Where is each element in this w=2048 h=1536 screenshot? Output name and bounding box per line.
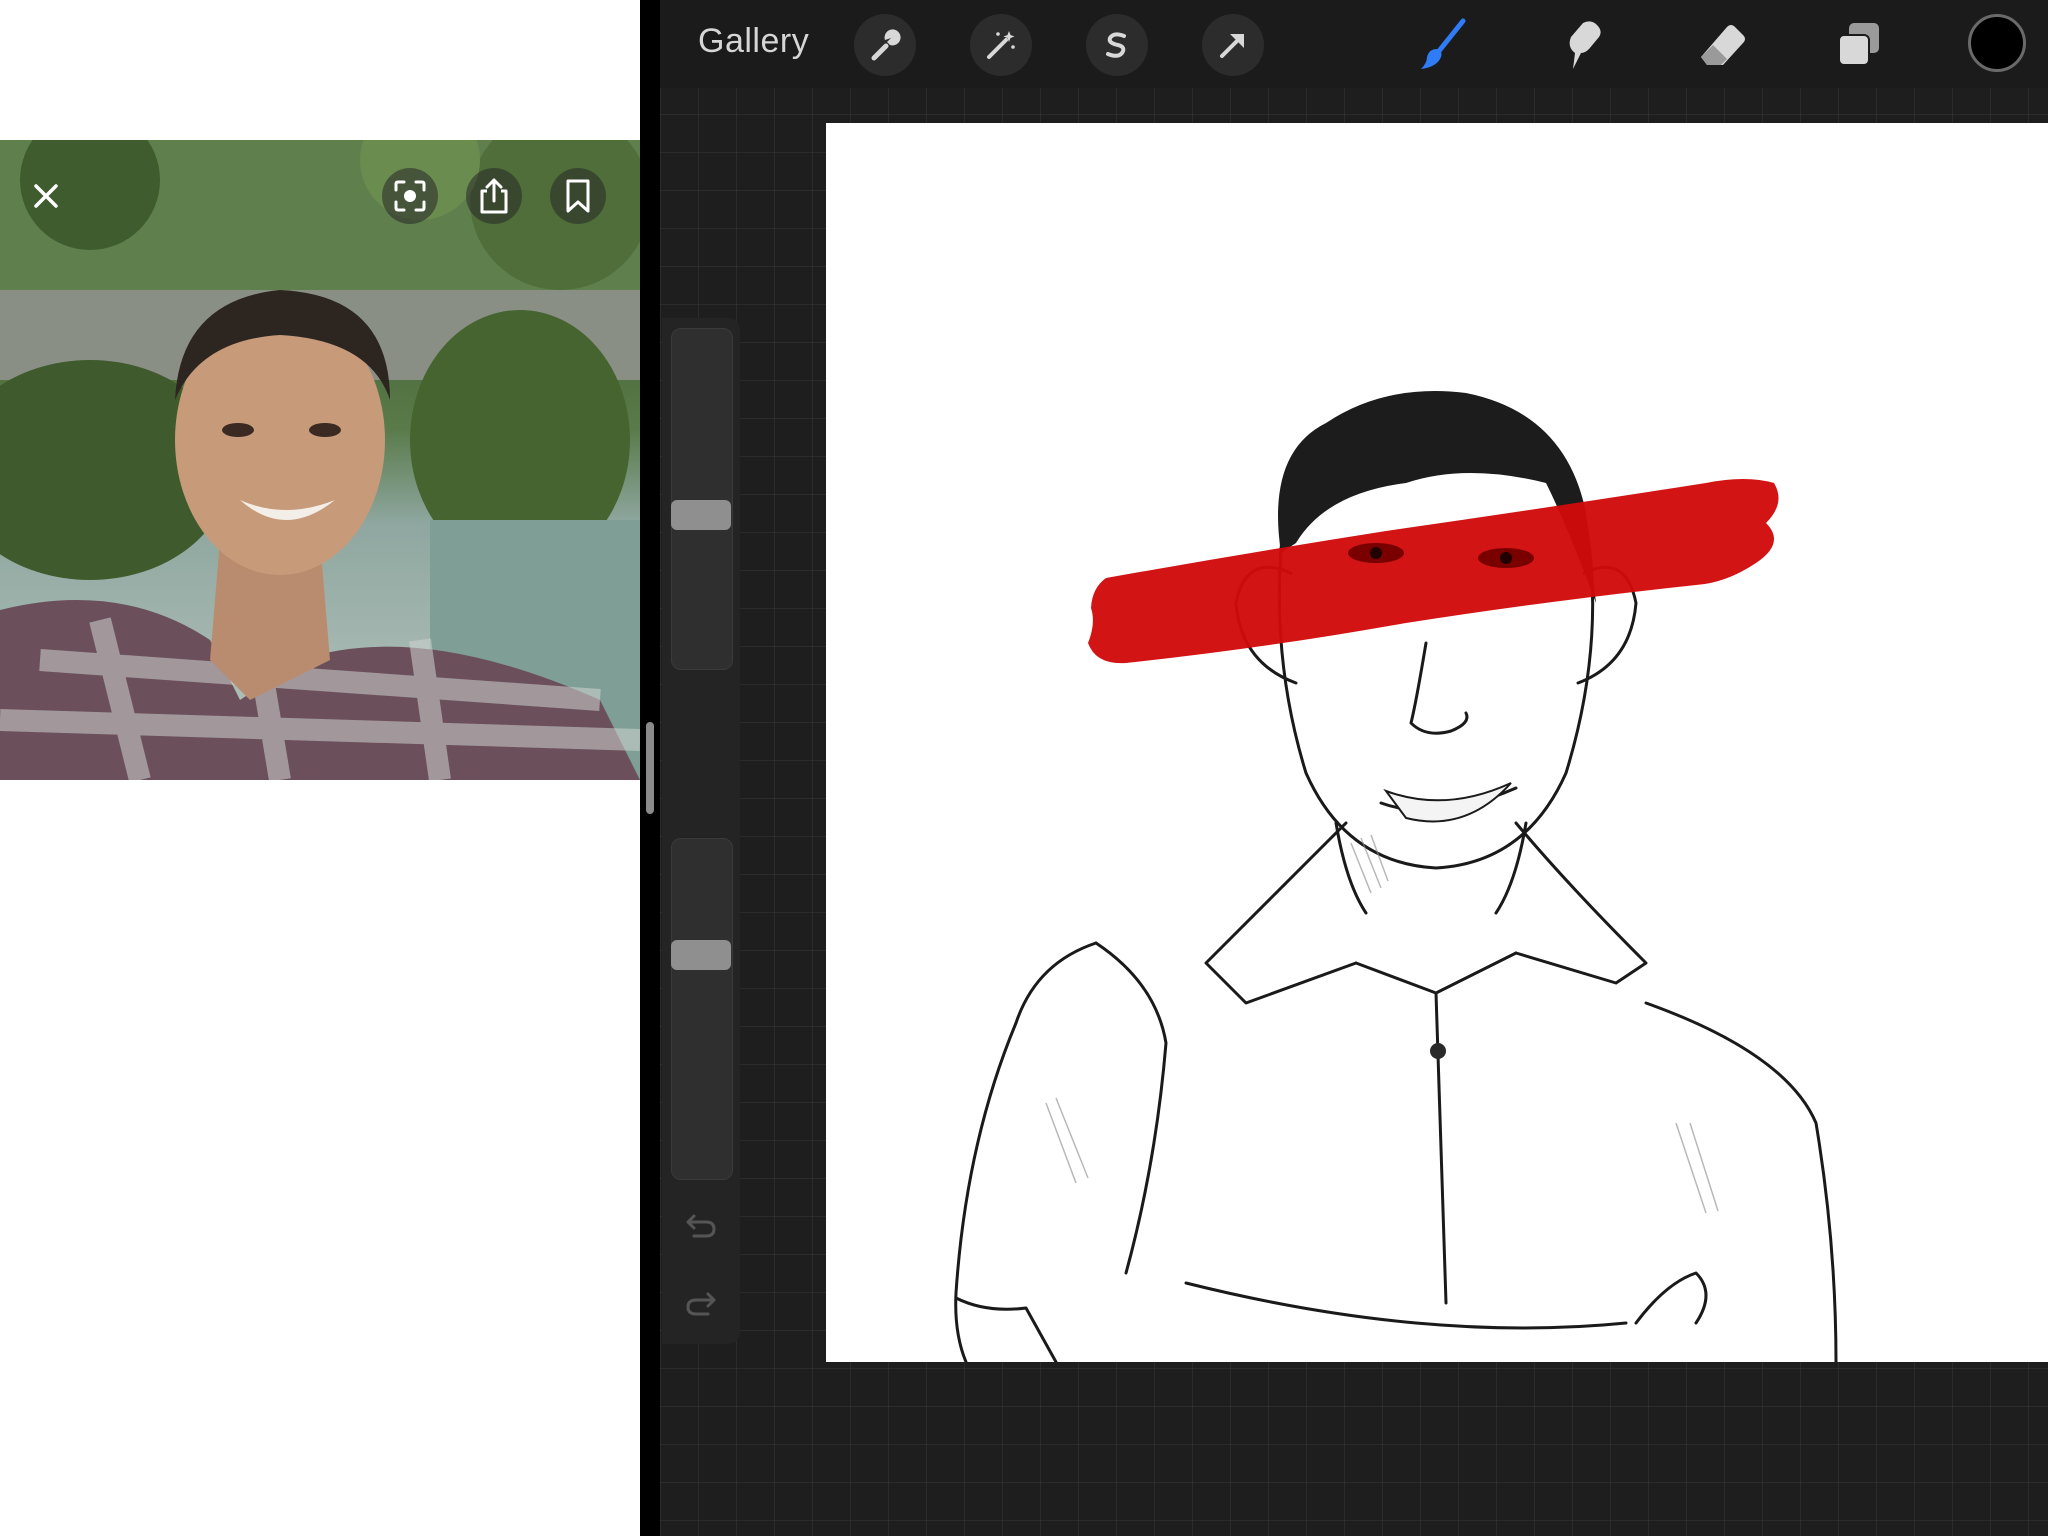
- close-icon: [34, 184, 58, 208]
- undo-icon: [686, 1214, 716, 1238]
- smudge-tool-button[interactable]: [1550, 14, 1612, 76]
- gallery-button[interactable]: Gallery: [698, 22, 809, 61]
- smudge-icon: [1569, 21, 1601, 69]
- visual-lookup-button[interactable]: [382, 168, 438, 224]
- share-photo-button[interactable]: [466, 168, 522, 224]
- brush-sidebar: [662, 318, 740, 1344]
- bookmark-photo-button[interactable]: [550, 168, 606, 224]
- undo-button[interactable]: [682, 1210, 720, 1240]
- close-photo-button[interactable]: [18, 168, 74, 224]
- selection-icon: [1106, 32, 1126, 58]
- layers-icon: [1838, 23, 1879, 66]
- opacity-slider[interactable]: [671, 838, 733, 1180]
- eraser-icon: [1701, 25, 1745, 65]
- brush-size-slider[interactable]: [671, 328, 733, 670]
- redo-icon: [686, 1292, 716, 1316]
- selection-button[interactable]: [1086, 14, 1148, 76]
- color-picker-button[interactable]: [1968, 14, 2026, 72]
- bookmark-icon: [566, 179, 590, 213]
- share-icon: [480, 178, 508, 214]
- split-view-handle[interactable]: [646, 722, 654, 814]
- top-toolbar: Gallery: [660, 0, 2048, 88]
- brush-size-knob[interactable]: [671, 500, 731, 530]
- portrait-sketch: [954, 391, 1838, 1362]
- actions-button[interactable]: [854, 14, 916, 76]
- magic-wand-icon: [987, 31, 1015, 59]
- adjustments-button[interactable]: [970, 14, 1032, 76]
- visual-lookup-icon: [394, 180, 426, 212]
- paint-tool-button[interactable]: [1412, 14, 1474, 76]
- reference-photo[interactable]: [0, 140, 640, 780]
- photo-viewer-pane: [0, 0, 640, 1536]
- redo-button[interactable]: [682, 1288, 720, 1318]
- reference-photo-image: [0, 140, 640, 780]
- opacity-knob[interactable]: [671, 940, 731, 970]
- layers-button[interactable]: [1828, 14, 1890, 76]
- procreate-app: Gallery: [660, 0, 2048, 1536]
- transform-arrow-icon: [1220, 34, 1244, 58]
- drawing-canvas[interactable]: [826, 123, 2048, 1362]
- wrench-icon: [871, 29, 901, 61]
- brush-icon: [1421, 18, 1466, 69]
- eraser-tool-button[interactable]: [1690, 14, 1752, 76]
- transform-button[interactable]: [1202, 14, 1264, 76]
